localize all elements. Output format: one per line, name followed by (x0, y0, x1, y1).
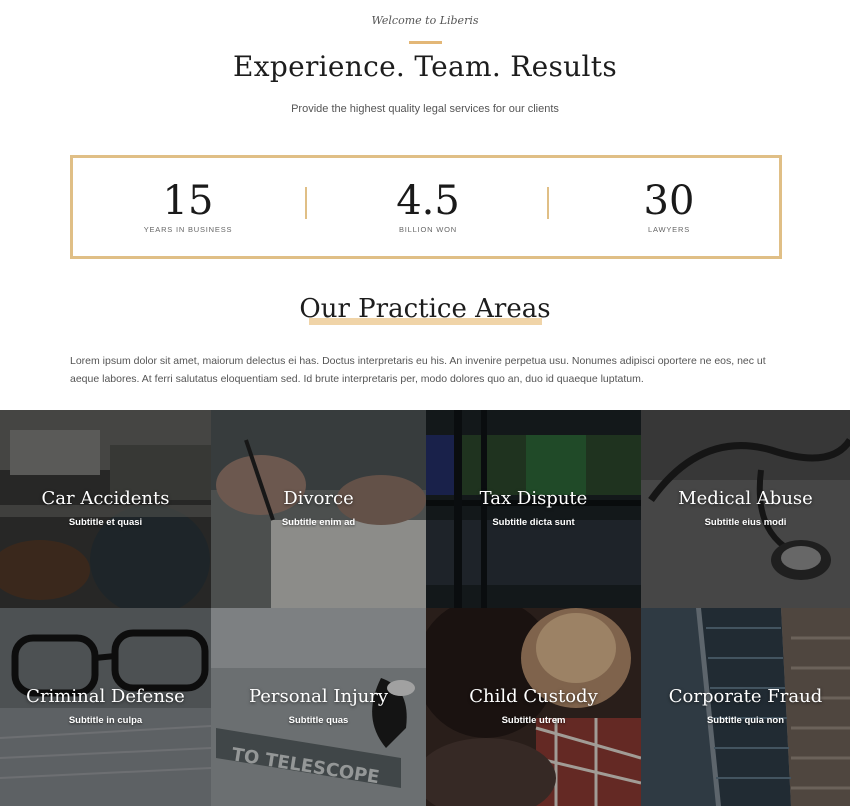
stat-label: YEARS IN BUSINESS (143, 225, 233, 234)
tile-subtitle: Subtitle et quasi (68, 517, 143, 528)
tile-subtitle: Subtitle dicta sunt (492, 517, 575, 528)
practice-tile-divorce[interactable]: Divorce Subtitle enim ad (211, 410, 426, 608)
tile-subtitle: Subtitle enim ad (281, 517, 356, 528)
tile-title: Criminal Defense (26, 686, 185, 707)
tile-title: Tax Dispute (479, 488, 588, 509)
practice-tile-car-accidents[interactable]: Car Accidents Subtitle et quasi (0, 410, 211, 608)
binders-photo (426, 410, 641, 608)
page-title: Experience. Team. Results (233, 50, 617, 83)
section-intro: Lorem ipsum dolor sit amet, maiorum dele… (70, 355, 766, 385)
tile-title: Child Custody (469, 686, 598, 707)
stats-box: 15 YEARS IN BUSINESS 4.5 BILLION WON 30 … (70, 155, 782, 259)
tile-subtitle: Subtitle quas (288, 715, 349, 726)
stethoscope-photo (641, 410, 850, 608)
stat-years: 15 YEARS IN BUSINESS (88, 158, 288, 234)
practice-tile-personal-injury[interactable]: TO TELESCOPE Personal Injury Subtitle qu… (211, 608, 426, 806)
stat-value: 4.5 (396, 178, 460, 224)
practice-areas-grid: Car Accidents Subtitle et quasi Divorce … (0, 410, 850, 806)
stat-value: 15 (162, 178, 214, 224)
tile-subtitle: Subtitle quia non (706, 715, 785, 726)
car-photo (0, 410, 211, 608)
tile-title: Corporate Fraud (668, 686, 823, 707)
stat-divider (305, 187, 307, 219)
gold-divider (409, 41, 442, 44)
page-subtitle: Provide the highest quality legal servic… (291, 103, 559, 115)
glasses-photo (0, 608, 211, 806)
practice-tile-corporate-fraud[interactable]: Corporate Fraud Subtitle quia non (641, 608, 850, 806)
stat-value: 30 (643, 178, 695, 224)
signing-photo (211, 410, 426, 608)
tile-title: Car Accidents (41, 488, 170, 509)
tile-subtitle: Subtitle eius modi (704, 517, 787, 528)
stat-billion: 4.5 BILLION WON (328, 158, 528, 234)
stat-label: LAWYERS (648, 225, 690, 234)
practice-tile-tax-dispute[interactable]: Tax Dispute Subtitle dicta sunt (426, 410, 641, 608)
tile-subtitle: Subtitle in culpa (68, 715, 143, 726)
stat-label: BILLION WON (399, 225, 457, 234)
stat-divider (547, 187, 549, 219)
welcome-text: Welcome to Liberis (371, 14, 479, 27)
tile-subtitle: Subtitle utrem (501, 715, 566, 726)
practice-tile-child-custody[interactable]: Child Custody Subtitle utrem (426, 608, 641, 806)
tile-title: Personal Injury (248, 686, 389, 707)
buildings-photo (641, 608, 850, 806)
stat-lawyers: 30 LAWYERS (569, 158, 769, 234)
practice-tile-medical-abuse[interactable]: Medical Abuse Subtitle eius modi (641, 410, 850, 608)
telescope-sign-photo: TO TELESCOPE (211, 608, 426, 806)
tile-title: Divorce (283, 488, 354, 509)
hug-photo (426, 608, 641, 806)
practice-tile-criminal-defense[interactable]: Criminal Defense Subtitle in culpa (0, 608, 211, 806)
tile-title: Medical Abuse (678, 488, 813, 509)
section-title: Our Practice Areas (299, 294, 551, 324)
